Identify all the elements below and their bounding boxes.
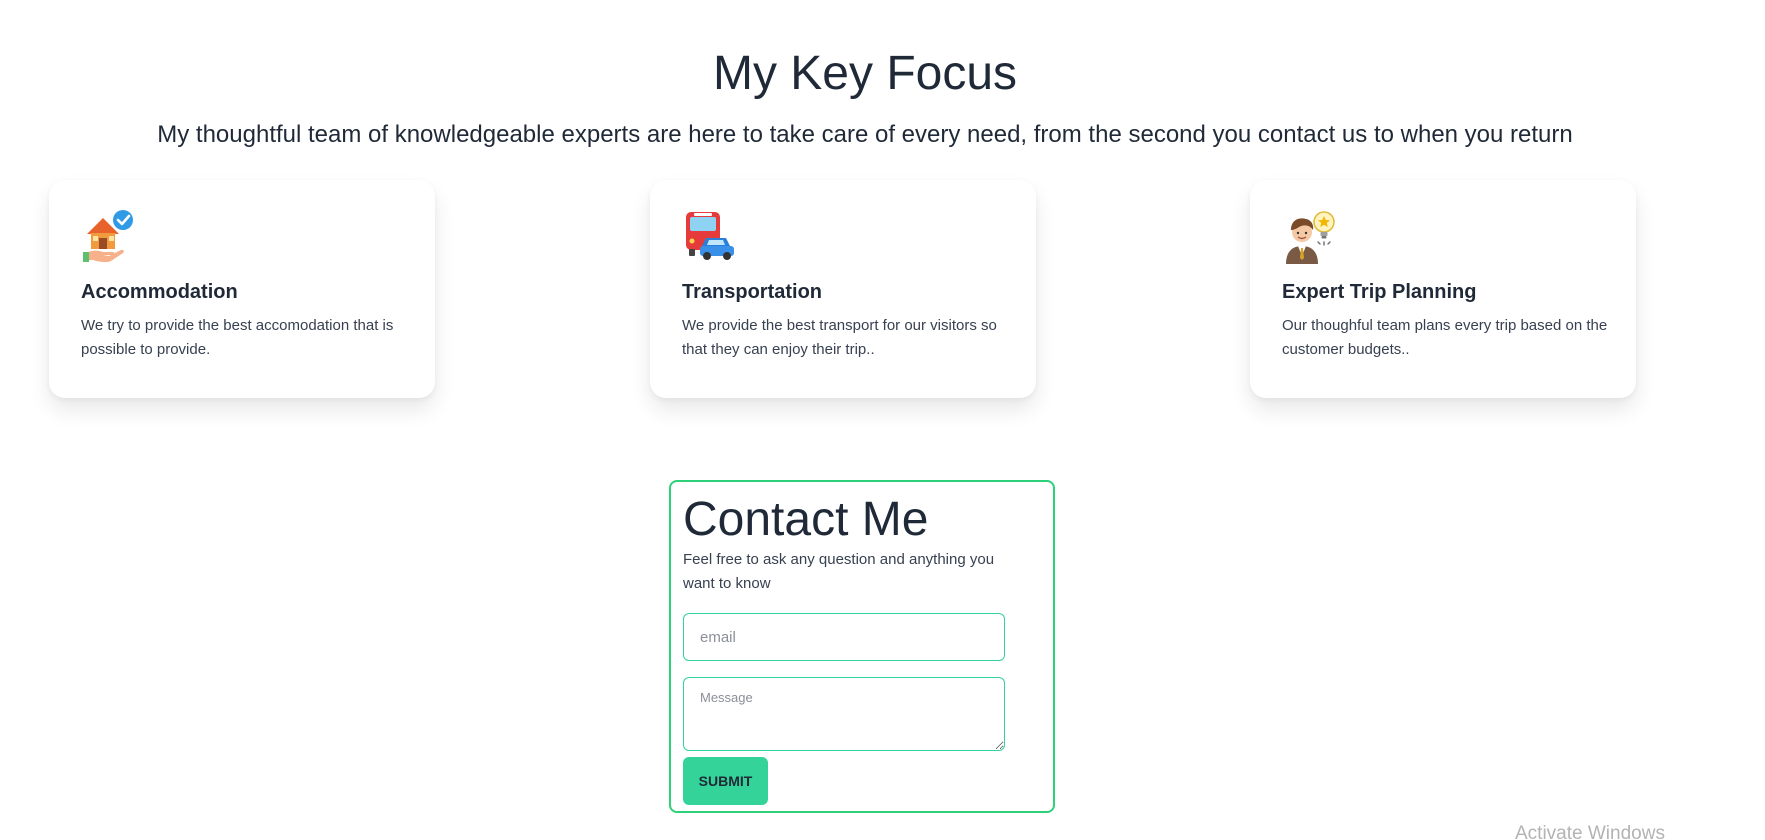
- submit-button[interactable]: SUBMIT: [683, 757, 768, 805]
- key-focus-title: My Key Focus: [712, 47, 1018, 100]
- contact-form: Contact Me Feel free to ask any question…: [669, 480, 1055, 813]
- card-title: Transportation: [682, 281, 823, 303]
- card-text: We provide the best transport for our vi…: [682, 317, 997, 358]
- email-input[interactable]: [683, 613, 1005, 661]
- key-focus-subtitle: My thoughtful team of knowledgeable expe…: [157, 121, 1573, 148]
- card-title: Accommodation: [81, 281, 238, 303]
- card-text: We try to provide the best accomodation …: [81, 317, 394, 358]
- expert-idea-icon: [1286, 211, 1335, 264]
- card-title: Expert Trip Planning: [1282, 281, 1477, 303]
- transportation-card: Transportation We provide the best trans…: [650, 180, 1036, 398]
- contact-description: Feel free to ask any question and anythi…: [683, 551, 995, 592]
- message-textarea[interactable]: [683, 677, 1005, 751]
- expert-trip-planning-card: Expert Trip Planning Our thoughful team …: [1250, 180, 1636, 398]
- contact-title: Contact Me: [683, 493, 929, 546]
- page: My Key Focus My thoughtful team of knowl…: [0, 0, 1765, 840]
- activate-windows-watermark: Activate Windows: [1515, 823, 1665, 840]
- bus-car-icon: [686, 212, 734, 260]
- house-check-icon: [83, 210, 133, 263]
- card-text: Our thoughful team plans every trip base…: [1282, 317, 1608, 358]
- accommodation-card: Accommodation We try to provide the best…: [49, 180, 435, 398]
